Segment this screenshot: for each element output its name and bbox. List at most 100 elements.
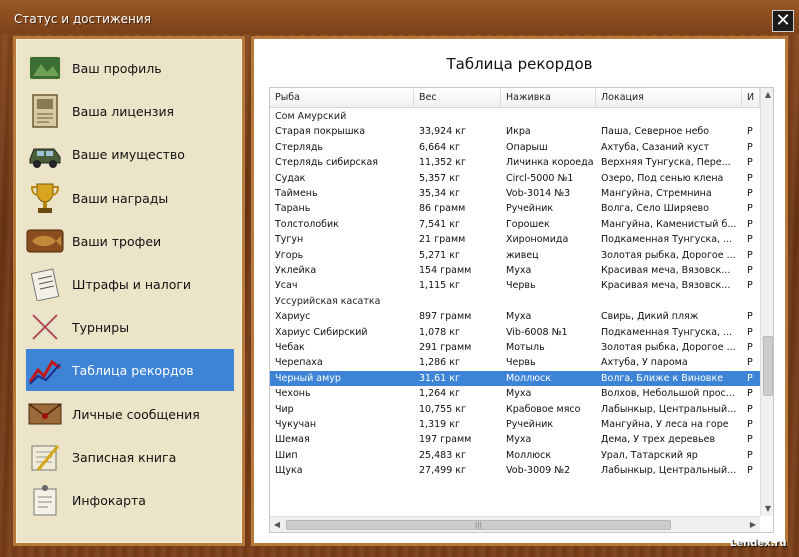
table-row[interactable]: Старая покрышка 33,924 кг Икра Паша, Северн… [270, 124, 760, 139]
column-header-weight[interactable]: Вес [414, 88, 501, 108]
window-titlebar[interactable]: Статус и достижения ✕ [0, 0, 799, 34]
cell-extra: Р [747, 326, 753, 338]
sidebar-item-fines-document[interactable]: Штрафы и налоги [26, 263, 234, 305]
table-row[interactable]: Стерлядь 6,664 кг Опарыш Ахтуба, Сазаний ку… [270, 140, 760, 155]
table-row[interactable]: Тарань 86 грамм Ручейник Волга, Село Ширяев… [270, 201, 760, 216]
table-row[interactable]: Щука 27,499 кг Vob-3009 №2 Лабынкыр, Центра… [270, 463, 760, 478]
panel-title: Таблица рекордов [446, 55, 593, 73]
sidebar-item-notebook-pencil[interactable]: Записная книга [26, 436, 234, 478]
sidebar-item-profile[interactable]: Ваш профиль [26, 47, 234, 89]
column-header-bait[interactable]: Наживка [501, 88, 596, 108]
table-row[interactable]: Таймень 35,34 кг Vob-3014 №3 Мангуйна, Стре… [270, 186, 760, 201]
cell-location: Мангуйна, У леса на горе [601, 419, 729, 430]
window-title: Статус и достижения [14, 12, 151, 26]
cell-extra: Р [747, 249, 753, 261]
cell-weight: 1,078 кг [419, 326, 460, 338]
sidebar-item-label: Турниры [72, 319, 130, 335]
sidebar-item-license[interactable]: Ваша лицензия [26, 90, 234, 132]
table-row[interactable]: Чукучан 1,319 кг Ручейник Мангуйна, У леса … [270, 417, 760, 432]
cell-fish: Черный амур [275, 372, 341, 384]
close-button[interactable]: ✕ [772, 10, 794, 32]
cell-bait: Икра [506, 126, 531, 138]
table-row[interactable]: Черный амур 31,61 кг Моллюск Волга, Ближе к… [270, 370, 760, 387]
column-header-extra[interactable]: И [742, 88, 760, 108]
notebook-pencil-icon [26, 438, 64, 476]
table-row[interactable]: Усач 1,115 кг Червь Красивая меча, Вязовск.… [270, 278, 760, 293]
cell-extra: Р [747, 265, 753, 276]
table-row[interactable]: Черепаха 1,286 кг Червь Ахтуба, У парома Р [270, 355, 760, 370]
cell-bait: Муха [506, 388, 532, 400]
cell-fish: Угорь [275, 249, 304, 261]
cell-fish: Стерлядь [275, 141, 323, 153]
fish-trophy-icon [26, 222, 64, 260]
horizontal-scroll-thumb[interactable]: ||| [286, 520, 671, 530]
table-row[interactable]: Чир 10,755 кг Крабовое мясо Лабынкыр, Центр… [270, 402, 760, 417]
cell-fish: Черепаха [275, 357, 323, 369]
cell-bait: Мотыль [506, 342, 545, 353]
cell-bait: Опарыш [506, 141, 548, 153]
table-row[interactable]: Чехонь 1,264 кг Муха Волхов, Небольшой прос… [270, 386, 760, 401]
vertical-scrollbar[interactable]: ▲ ▼ [760, 88, 773, 516]
sidebar-item-fish-trophy[interactable]: Ваши трофеи [26, 220, 234, 262]
table-row[interactable]: Тугун 21 грамм Хирономида Подкаменная Тунгу… [270, 232, 760, 247]
sidebar-item-envelope[interactable]: Личные сообщения [26, 393, 234, 435]
cell-fish: Шемая [275, 434, 310, 446]
sidebar-item-tournament-crossed-rods[interactable]: Турниры [26, 306, 234, 348]
trophy-cup-icon [26, 179, 64, 217]
column-header-location[interactable]: Локация [596, 88, 742, 108]
table-row[interactable]: Хариус Сибирский 1,078 кг Vib-6008 №1 Подка… [270, 325, 760, 340]
sidebar-item-trophy-cup[interactable]: Ваши награды [26, 177, 234, 219]
sidebar-menu: Ваш профиль Ваша лицензия Ваше имущество Ва… [13, 36, 245, 546]
table-row[interactable]: Толстолобик 7,541 кг Горошек Мангуйна, Каме… [270, 217, 760, 232]
sidebar-item-property-car[interactable]: Ваше имущество [26, 133, 234, 175]
cell-bait: Ручейник [506, 203, 554, 215]
table-body: Сом Амурский Старая покрышка 33,924 кг Икра… [270, 108, 760, 510]
scroll-left-icon[interactable]: ◀ [270, 517, 284, 532]
cell-fish: Чир [275, 403, 294, 415]
status-window: Статус и достижения ✕ Ваш профиль Ваша ли… [0, 0, 799, 557]
cell-bait: Vob-3014 №3 [506, 188, 571, 199]
table-row[interactable]: Чебак 291 грамм Мотыль Золотая рыбка, Дорог… [270, 340, 760, 355]
table-row[interactable]: Шемая 197 грамм Муха Дема, У трех деревьев Р [270, 432, 760, 447]
horizontal-scrollbar[interactable]: ◀ ||| ▶ [270, 516, 760, 532]
cell-fish: Тугун [275, 234, 304, 246]
profile-icon [26, 49, 64, 87]
sidebar-item-infocard[interactable]: Инфокарта [26, 479, 234, 521]
table-row[interactable]: Хариус 897 грамм Муха Свирь, Дикий пляж Р [270, 309, 760, 324]
cell-location: Волга, Ближе к Виновке [601, 372, 724, 384]
vertical-scroll-thumb[interactable] [763, 336, 773, 396]
cell-location: Свирь, Дикий пляж [601, 311, 699, 323]
scroll-right-icon[interactable]: ▶ [746, 517, 760, 532]
table-row[interactable]: Судак 5,357 кг Circl-5000 №1 Озеро, Под сен… [270, 171, 760, 186]
cell-bait: Муха [506, 434, 532, 446]
cell-weight: 11,352 кг [419, 157, 466, 169]
license-icon [26, 92, 64, 130]
table-row[interactable]: Стерлядь сибирская 11,352 кг Личинка корое… [270, 155, 760, 170]
cell-extra: Р [747, 141, 753, 153]
cell-location: Волга, Село Ширяево [601, 203, 709, 215]
scroll-down-icon[interactable]: ▼ [761, 502, 773, 516]
cell-location: Волхов, Небольшой прос... [601, 388, 735, 400]
cell-weight: 1,286 кг [419, 357, 460, 369]
scroll-up-icon[interactable]: ▲ [761, 88, 773, 102]
cell-location: Дема, У трех деревьев [601, 434, 716, 446]
table-group-row[interactable]: Сом Амурский [270, 109, 760, 124]
cell-extra: Р [747, 434, 753, 446]
records-table: Рыба Вес Наживка Локация И Сом Амурский С… [269, 87, 774, 533]
cell-weight: 5,357 кг [419, 172, 460, 184]
sidebar-item-label: Ваши награды [72, 190, 169, 206]
cell-location: Красивая меча, Вязовск... [601, 265, 731, 276]
cell-fish: Хариус [275, 311, 311, 323]
cell-extra: Р [747, 465, 753, 477]
cell-fish: Шип [275, 449, 298, 461]
cell-bait: Муха [506, 311, 532, 323]
sidebar-item-records-chart[interactable]: Таблица рекордов [26, 349, 234, 391]
table-row[interactable]: Шип 25,483 кг Моллюск Урал, Татарский яр Р [270, 448, 760, 463]
cell-fish: Усач [275, 280, 298, 292]
property-car-icon [26, 135, 64, 173]
table-row[interactable]: Угорь 5,271 кг живец Золотая рыбка, Дорогое… [270, 248, 760, 263]
table-group-row[interactable]: Уссурийская касатка [270, 294, 760, 309]
table-row[interactable]: Уклейка 154 грамм Муха Красивая меча, Вязов… [270, 263, 760, 278]
cell-location: Верхняя Тунгуска, Пере... [601, 157, 731, 169]
column-header-fish[interactable]: Рыба [270, 88, 414, 108]
